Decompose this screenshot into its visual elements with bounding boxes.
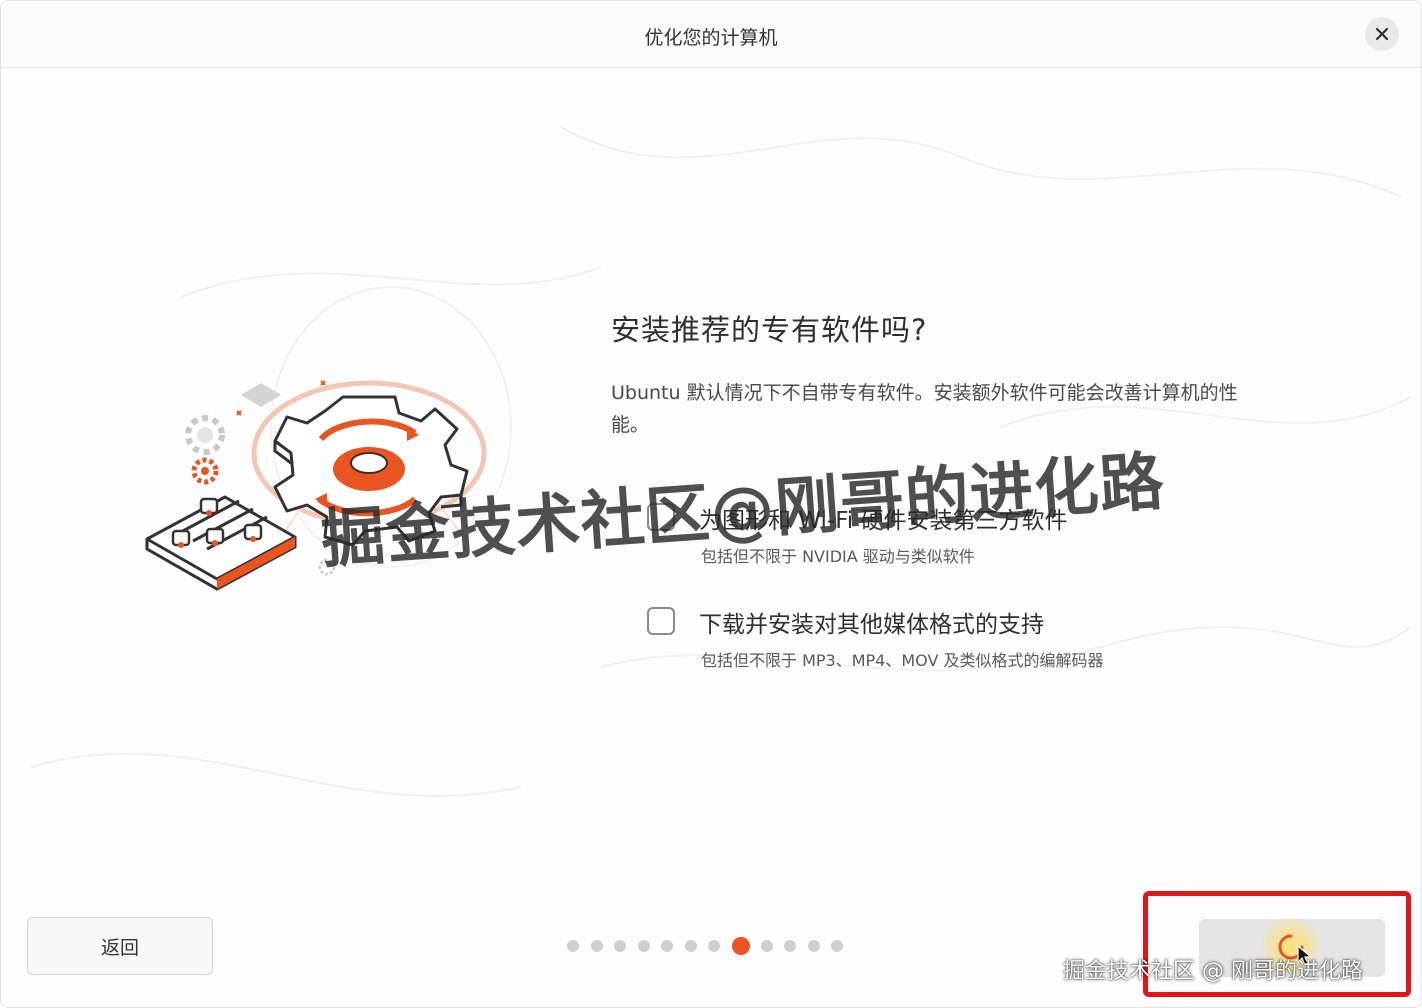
back-button[interactable]: 返回 bbox=[27, 917, 213, 975]
progress-dot bbox=[614, 940, 626, 952]
close-button[interactable] bbox=[1365, 17, 1399, 51]
media-formats-checkbox[interactable] bbox=[647, 607, 675, 635]
close-icon bbox=[1375, 27, 1389, 41]
progress-dot bbox=[831, 940, 843, 952]
option-label: 为图形和 Wi-Fi 硬件安装第三方软件 bbox=[699, 508, 1068, 534]
progress-dot bbox=[708, 940, 720, 952]
progress-dot bbox=[637, 940, 650, 952]
option-sublabel: 包括但不限于 MP3、MP4、MOV 及类似格式的编解码器 bbox=[701, 651, 1104, 670]
progress-dot bbox=[684, 940, 697, 952]
next-button[interactable] bbox=[1199, 917, 1385, 977]
progress-dot bbox=[567, 940, 579, 952]
progress-dot bbox=[590, 940, 603, 952]
progress-dot bbox=[784, 940, 796, 952]
installer-window: 优化您的计算机 安装推荐的专有软件吗? Ubuntu 默认情况下不自带专有软件。… bbox=[0, 0, 1422, 1008]
progress-dot bbox=[661, 940, 673, 952]
page-description: Ubuntu 默认情况下不自带专有软件。安装额外软件可能会改善计算机的性能。 bbox=[611, 382, 1238, 436]
window-title: 优化您的计算机 bbox=[644, 27, 778, 49]
option-sublabel: 包括但不限于 NVIDIA 驱动与类似软件 bbox=[701, 547, 975, 566]
title-bar: 优化您的计算机 bbox=[1, 1, 1421, 68]
option-label: 下载并安装对其他媒体格式的支持 bbox=[699, 612, 1044, 638]
page-heading: 安装推荐的专有软件吗? bbox=[611, 313, 928, 347]
progress-dot bbox=[807, 940, 820, 952]
progress-dot-current bbox=[731, 937, 750, 955]
progress-dots bbox=[567, 937, 855, 955]
third-party-drivers-checkbox[interactable] bbox=[647, 503, 675, 531]
gear-settings-illustration bbox=[145, 380, 487, 591]
mouse-pointer-icon bbox=[1297, 945, 1313, 966]
progress-dot bbox=[760, 940, 773, 952]
